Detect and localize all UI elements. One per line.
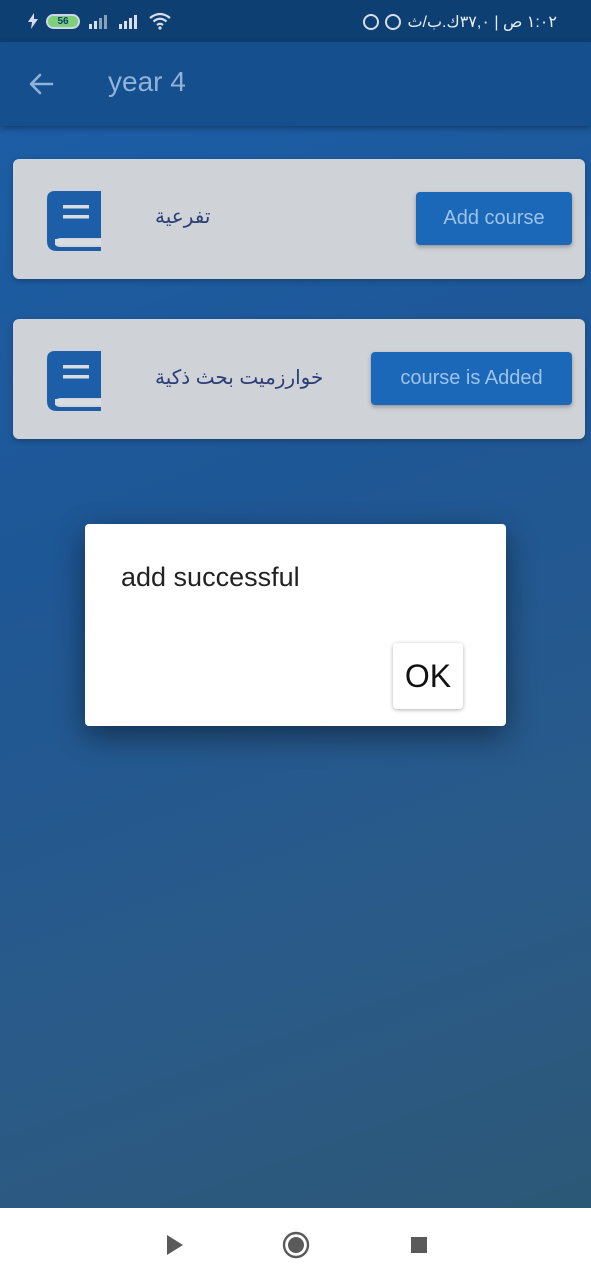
dialog-message: add successful <box>121 562 300 592</box>
home-circle-icon <box>282 1231 310 1259</box>
square-icon <box>411 1237 427 1253</box>
system-nav-bar <box>0 1208 591 1280</box>
play-triangle-icon <box>167 1235 183 1255</box>
ok-button[interactable]: OK <box>393 643 463 709</box>
alert-dialog: add successful OK <box>85 524 506 726</box>
nav-back-button[interactable] <box>160 1230 190 1260</box>
nav-home-button[interactable] <box>281 1230 311 1260</box>
app-screen: 56 ١:٠٢ ص | ٣٧,٠ك.ب/ث year 4 تفرعية Add … <box>0 0 591 1208</box>
nav-recent-button[interactable] <box>404 1230 434 1260</box>
